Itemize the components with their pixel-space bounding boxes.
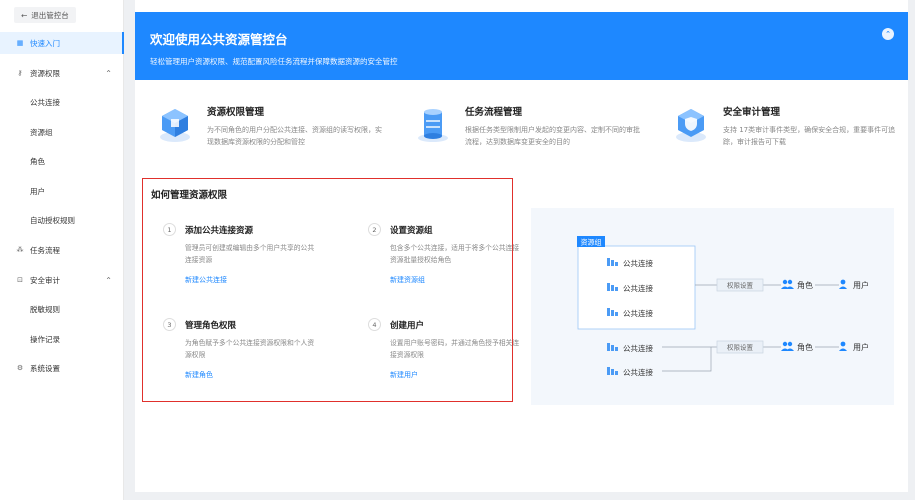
grid-icon: ▦ <box>16 39 24 47</box>
welcome-banner: 欢迎使用公共资源管控台 轻松管理用户资源权限、规范配置风险任务流程并保障数据资源… <box>135 12 908 80</box>
nav-label: 角色 <box>30 156 45 166</box>
chevron-up-icon: ⌃ <box>105 68 112 78</box>
svg-text:权限设置: 权限设置 <box>727 343 754 352</box>
step-title: 创建用户 <box>390 321 425 331</box>
nav-item-resource-permission[interactable]: ⚷ 资源权限 ⌃ <box>0 62 124 84</box>
diagram-canvas: 资源组 公共连接 公共连接 公共连接 公共连接 公共连接 权限设置 权限设置 角… <box>577 236 869 377</box>
step-number: 4 <box>368 318 381 331</box>
flow-icon: ⁂ <box>16 246 24 254</box>
step-desc: 管理员可创建或编辑由多个用户共享的公共连接资源 <box>185 244 315 264</box>
nav-label: 安全审计 <box>30 275 60 285</box>
new-connection-link[interactable]: 新建公共连接 <box>185 275 227 285</box>
exit-console-button[interactable]: ← 退出管控台 <box>14 7 76 23</box>
database-icon <box>418 109 448 142</box>
connection-item: 公共连接 <box>607 367 653 377</box>
howto-title: 如何管理资源权限 <box>151 190 228 201</box>
nav-label: 任务流程 <box>30 245 60 255</box>
connection-item: 公共连接 <box>607 343 653 353</box>
banner-title: 欢迎使用公共资源管控台 <box>150 32 288 47</box>
nav-item-operation-log[interactable]: 操作记录 <box>0 328 124 350</box>
permission-setting-badge: 权限设置 <box>716 340 764 354</box>
nav-label: 资源组 <box>30 127 53 137</box>
svg-text:公共连接: 公共连接 <box>623 367 653 377</box>
svg-text:公共连接: 公共连接 <box>623 258 653 268</box>
step-number: 3 <box>163 318 176 331</box>
step-title: 设置资源组 <box>390 226 433 236</box>
step-desc: 包含多个公共连接，适用于将多个公共连接资源批量授权给角色 <box>390 244 520 264</box>
feature-title: 安全审计管理 <box>723 107 781 118</box>
new-user-link[interactable]: 新建用户 <box>390 370 418 380</box>
role-node: 角色 <box>781 279 813 290</box>
svg-text:用户: 用户 <box>853 280 869 290</box>
nav-item-task-flow[interactable]: ⁂ 任务流程 <box>0 239 124 261</box>
nav-label: 自动授权规则 <box>30 215 75 225</box>
svg-text:公共连接: 公共连接 <box>623 283 653 293</box>
feature-title: 任务流程管理 <box>465 107 523 118</box>
nav-item-security-audit[interactable]: ⊡ 安全审计 ⌃ <box>0 269 124 291</box>
nav-label: 脱敏规则 <box>30 304 60 314</box>
new-resource-group-link[interactable]: 新建资源组 <box>390 275 425 285</box>
banner-subtitle: 轻松管理用户资源权限、规范配置风险任务流程并保障数据资源的安全管控 <box>150 57 398 66</box>
feature-desc: 支持 17类审计事件类型，确保安全合规，重要事件可追踪，审计报告可下载 <box>723 126 896 146</box>
nav-item-auto-auth-rule[interactable]: 自动授权规则 <box>0 209 124 231</box>
step-desc: 设置用户账号密码，并通过角色授予相关连接资源权限 <box>390 339 520 359</box>
feature-resource-permission: 资源权限管理 为不同角色的用户分配公共连接、资源组的读写权限，实现数据库资源权限… <box>155 100 395 156</box>
nav-label: 系统设置 <box>30 363 60 373</box>
feature-desc: 为不同角色的用户分配公共连接、资源组的读写权限，实现数据库资源权限的分配和管控 <box>207 126 382 146</box>
exit-console-label: 退出管控台 <box>31 10 69 20</box>
feature-desc: 根据任务类型限制用户发起的变更内容、定制不同的审批流程，达到数据库变更安全的目的 <box>465 126 640 146</box>
nav-item-public-connection[interactable]: 公共连接 <box>0 91 124 113</box>
chevron-up-icon: ⌃ <box>885 30 891 38</box>
nav-item-user[interactable]: 用户 <box>0 180 124 202</box>
svg-text:公共连接: 公共连接 <box>623 343 653 353</box>
nav-label: 用户 <box>30 186 45 196</box>
step-title: 添加公共连接资源 <box>185 226 254 236</box>
nav-label: 公共连接 <box>30 97 60 107</box>
feature-security-audit: 安全审计管理 支持 17类审计事件类型，确保安全合规，重要事件可追踪，审计报告可… <box>671 100 911 156</box>
user-node: 用户 <box>839 279 869 290</box>
permission-setting-badge: 权限设置 <box>716 278 764 292</box>
nav-label: 操作记录 <box>30 334 60 344</box>
svg-text:角色: 角色 <box>797 280 813 290</box>
nav-item-system-settings[interactable]: ⚙ 系统设置 <box>0 357 124 379</box>
permission-diagram: 资源组 公共连接 公共连接 公共连接 公共连接 公共连接 权限设置 权限设置 角… <box>531 208 894 405</box>
chevron-up-icon: ⌃ <box>105 275 112 285</box>
feature-task-flow: 任务流程管理 根据任务类型限制用户发起的变更内容、定制不同的审批流程，达到数据库… <box>413 100 653 156</box>
nav-label: 资源权限 <box>30 68 60 78</box>
cube-icon <box>160 109 190 142</box>
svg-text:用户: 用户 <box>853 342 869 352</box>
audit-icon: ⊡ <box>17 276 23 284</box>
new-role-link[interactable]: 新建角色 <box>185 370 213 380</box>
resource-group-label: 资源组 <box>581 238 602 247</box>
collapse-button[interactable]: ⌃ <box>882 28 894 40</box>
step-desc: 为角色赋予多个公共连接资源权限和个人资源权限 <box>185 339 315 359</box>
nav-item-masking-rule[interactable]: 脱敏规则 <box>0 298 124 320</box>
svg-text:角色: 角色 <box>797 342 813 352</box>
svg-text:权限设置: 权限设置 <box>727 281 754 290</box>
step-number: 1 <box>163 223 176 236</box>
main-content: 欢迎使用公共资源管控台 轻松管理用户资源权限、规范配置风险任务流程并保障数据资源… <box>135 0 908 492</box>
step-number: 2 <box>368 223 381 236</box>
role-node: 角色 <box>781 341 813 352</box>
shield-icon <box>676 109 706 142</box>
feature-title: 资源权限管理 <box>207 107 265 118</box>
nav-item-resource-group[interactable]: 资源组 <box>0 121 124 143</box>
key-icon: ⚷ <box>17 69 23 77</box>
nav-item-role[interactable]: 角色 <box>0 150 124 172</box>
back-arrow-icon: ← <box>21 10 28 20</box>
sidebar: ← 退出管控台 ▦ 快速入门 ⚷ 资源权限 ⌃ 公共连接 资源组 角色 用户 自… <box>0 0 124 500</box>
gear-icon: ⚙ <box>16 364 24 372</box>
step-title: 管理角色权限 <box>185 321 237 331</box>
howto-card: 如何管理资源权限 1 添加公共连接资源 管理员可创建或编辑由多个用户共享的公共连… <box>142 178 519 402</box>
nav-item-quickstart[interactable]: ▦ 快速入门 <box>0 32 124 54</box>
svg-text:公共连接: 公共连接 <box>623 308 653 318</box>
nav-label: 快速入门 <box>30 38 60 48</box>
user-node: 用户 <box>839 341 869 352</box>
